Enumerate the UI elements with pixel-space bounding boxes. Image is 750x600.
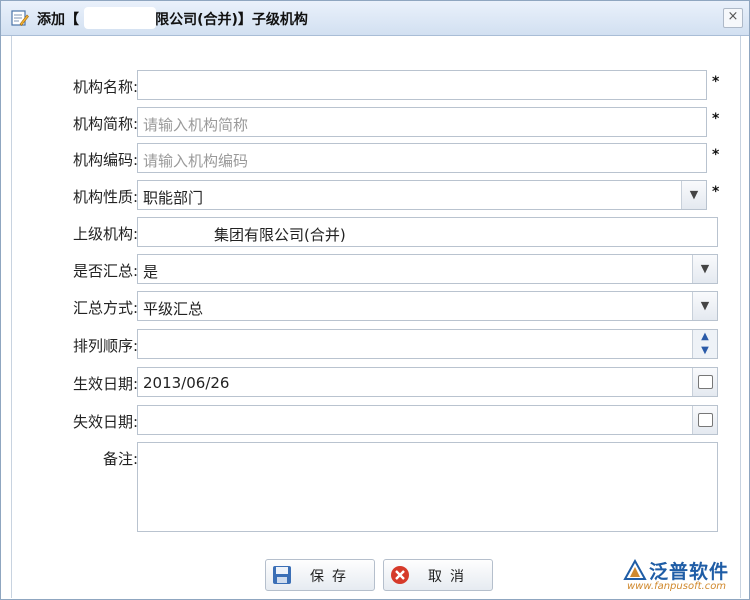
remarks-textarea[interactable] — [137, 442, 718, 532]
org-short-name-input[interactable]: 请输入机构简称 — [137, 107, 707, 137]
cancel-button[interactable]: 取消 — [383, 559, 493, 591]
save-label: 保存 — [310, 569, 354, 585]
calendar-icon[interactable] — [692, 368, 717, 396]
field-label: 上级机构: — [72, 225, 138, 243]
field-label: 机构编码: — [72, 151, 138, 169]
dialog-title: 添加【 集团有限公司(合并)】子级机构 — [37, 12, 308, 28]
form-row-name: 机构名称: * — [12, 70, 740, 100]
brand-url: www.fanpusoft.com — [627, 581, 727, 592]
close-icon: × — [727, 9, 739, 24]
dialog-window: 添加【 集团有限公司(合并)】子级机构 × 机构名称: * 机构简称: 请输入机… — [0, 0, 750, 600]
required-mark: * — [712, 147, 720, 163]
form-row-parent: 上级机构: 集团有限公司(合并) — [12, 217, 740, 247]
is-summary-select[interactable]: 是 ▼ — [137, 254, 718, 284]
field-label: 机构性质: — [72, 188, 138, 206]
edit-form-icon — [11, 10, 29, 26]
org-code-input[interactable]: 请输入机构编码 — [137, 143, 707, 173]
field-label: 汇总方式: — [72, 299, 138, 317]
floppy-disk-icon — [273, 566, 291, 584]
required-mark: * — [712, 184, 720, 200]
save-button[interactable]: 保存 — [265, 559, 375, 591]
required-mark: * — [712, 111, 720, 127]
calendar-icon[interactable] — [692, 406, 717, 434]
field-label: 失效日期: — [72, 413, 138, 431]
form-row-expiry-date: 失效日期: — [12, 405, 740, 435]
chevron-down-icon[interactable]: ▼ — [681, 181, 706, 209]
effective-date-input[interactable]: 2013/06/26 — [137, 367, 718, 397]
field-label: 备注: — [102, 450, 138, 468]
parent-org-field[interactable]: 集团有限公司(合并) — [137, 217, 718, 247]
org-type-select[interactable]: 职能部门 ▼ — [137, 180, 707, 210]
chevron-down-icon[interactable]: ▼ — [692, 292, 717, 320]
cancel-x-icon — [391, 566, 409, 584]
chevron-down-icon[interactable]: ▼ — [692, 255, 717, 283]
brand-logo: 泛普软件 www.fanpusoft.com — [621, 557, 746, 595]
form-row-short-name: 机构简称: 请输入机构简称 * — [12, 107, 740, 137]
close-button[interactable]: × — [723, 8, 743, 28]
required-mark: * — [712, 74, 720, 90]
expiry-date-input[interactable] — [137, 405, 718, 435]
cancel-label: 取消 — [428, 569, 472, 585]
field-label: 排列顺序: — [72, 337, 138, 355]
form-row-effective-date: 生效日期: 2013/06/26 — [12, 367, 740, 397]
org-name-input[interactable] — [137, 70, 707, 100]
spinner-icon[interactable]: ▲ ▼ — [692, 330, 717, 358]
field-label: 机构简称: — [72, 115, 138, 133]
form-row-summary: 是否汇总: 是 ▼ — [12, 254, 740, 284]
summary-method-select[interactable]: 平级汇总 ▼ — [137, 291, 718, 321]
dialog-body: 机构名称: * 机构简称: 请输入机构简称 * 机构编码: 请输入机构编码 * … — [11, 36, 741, 598]
form-row-remarks: 备注: — [12, 442, 740, 532]
redacted-mask — [84, 7, 156, 29]
brand-name: 泛普软件 — [649, 561, 730, 583]
dialog-titlebar: 添加【 集团有限公司(合并)】子级机构 × — [1, 1, 749, 36]
form-row-type: 机构性质: 职能部门 ▼ * — [12, 180, 740, 210]
field-label: 生效日期: — [72, 375, 138, 393]
sort-order-input[interactable]: ▲ ▼ — [137, 329, 718, 359]
field-label: 机构名称: — [72, 78, 138, 96]
form-row-summary-method: 汇总方式: 平级汇总 ▼ — [12, 291, 740, 321]
form-row-code: 机构编码: 请输入机构编码 * — [12, 143, 740, 173]
brand-logo-icon — [623, 559, 647, 580]
form-row-order: 排列顺序: ▲ ▼ — [12, 329, 740, 359]
field-label: 是否汇总: — [72, 262, 138, 280]
